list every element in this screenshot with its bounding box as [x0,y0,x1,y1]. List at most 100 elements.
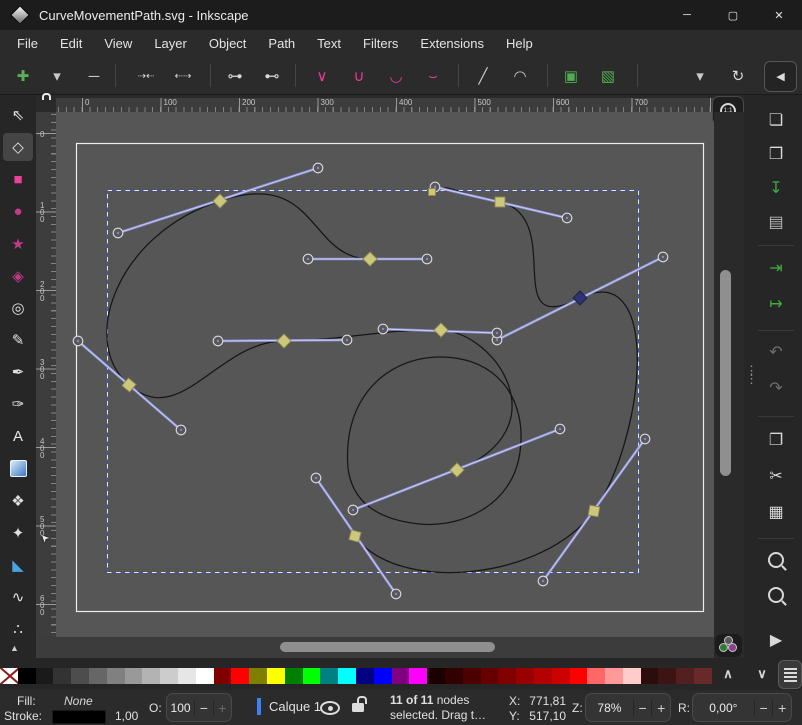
snap-toolbar-grip[interactable]: ⋮ ⋮ [745,367,758,383]
path-node-square-10[interactable] [349,530,361,542]
swatch-ffcccc[interactable] [623,668,641,684]
swatch-4d0000[interactable] [463,668,481,684]
swatch-666666[interactable] [89,668,107,684]
canvas[interactable] [56,112,714,637]
swatch-ffff00[interactable] [267,668,285,684]
swatch-2b0d0d[interactable] [641,668,659,684]
import-button[interactable]: ⇥ [759,253,793,283]
swatch-cccccc[interactable] [160,668,178,684]
menu-item-text[interactable]: Text [306,36,352,51]
opacity-spinner[interactable]: 100 − + [166,693,232,722]
menu-item-extensions[interactable]: Extensions [409,36,495,51]
new-document-button[interactable]: ❏ [759,105,793,135]
swatch-1a0000[interactable] [427,668,445,684]
swatch-00ff00[interactable] [303,668,321,684]
swatch-ff9999[interactable] [605,668,623,684]
layer-visibility-eye-icon[interactable] [320,701,340,715]
pen-tool[interactable]: ✒ [3,358,33,386]
menu-item-edit[interactable]: Edit [49,36,93,51]
join-nodes-icon[interactable]: ⇢⇠ [130,59,162,93]
vertical-scrollbar[interactable] [714,112,744,637]
swatch-008080[interactable] [320,668,338,684]
path-node-diamond-7[interactable] [277,334,291,348]
ellipse-tool[interactable]: ● [3,197,33,225]
swatch-808000[interactable] [249,668,267,684]
print-button[interactable]: ▤ [759,207,793,237]
auto-smooth-node-icon[interactable]: ⌣ [417,59,449,93]
swatch-333333[interactable] [53,668,71,684]
swatch-330000[interactable] [445,668,463,684]
swatch-999999[interactable] [125,668,143,684]
horizontal-scrollbar-thumb[interactable] [280,642,495,652]
text-tool[interactable]: A [3,422,33,450]
zoom-decrease-button[interactable]: − [633,700,652,716]
swatch-00ffff[interactable] [338,668,356,684]
delete-segment-icon[interactable]: ⊷ [256,59,288,93]
swatch-000000[interactable] [18,668,36,684]
stroke-color-swatch[interactable] [52,710,106,724]
swatch-b30000[interactable] [534,668,552,684]
paste-button[interactable]: ▦ [759,497,793,527]
path-node-diamond-9[interactable] [450,463,464,477]
star-tool[interactable]: ★ [3,230,33,258]
color-management-toggle[interactable] [715,634,742,657]
swatch-none[interactable] [0,668,18,684]
opacity-decrease-button[interactable]: − [194,700,212,716]
swatch-008000[interactable] [285,668,303,684]
swatch-3d1414[interactable] [658,668,676,684]
gradient-tool[interactable] [3,454,33,482]
line-segment-icon[interactable]: ╱ [467,59,499,93]
swatch-0000ff[interactable] [374,668,392,684]
swatch-990000[interactable] [516,668,534,684]
path-node-diamond-3[interactable] [213,194,227,208]
stroke-width-value[interactable]: 1,00 [115,709,138,723]
path-node-diamond-4[interactable] [363,252,377,266]
node-tool[interactable]: ◇ [3,133,33,161]
tweak-tool[interactable]: ∿ [3,583,33,611]
smooth-node-icon[interactable]: ∪ [343,59,375,93]
vertical-scrollbar-thumb[interactable] [720,270,731,476]
insert-node-icon[interactable]: ✚ [7,59,39,93]
dropper-tool[interactable]: ✦ [3,519,33,547]
path-effects-icon[interactable]: ↻ [722,59,754,93]
path-node-square-11[interactable] [588,505,600,517]
pencil-tool[interactable]: ✎ [3,326,33,354]
cut-button[interactable]: ✂ [759,461,793,491]
swatch-800000[interactable] [214,668,232,684]
menu-item-filters[interactable]: Filters [352,36,409,51]
export-button[interactable]: ↦ [759,289,793,319]
calligraphy-tool[interactable]: ✑ [3,390,33,418]
path-node-diamond-5[interactable] [573,291,587,305]
swatch-800080[interactable] [392,668,410,684]
opacity-value[interactable]: 100 [167,701,194,715]
collapse-panel-button[interactable]: ◀ [764,61,797,92]
palette-scroll-down-button[interactable]: ∨ [748,663,776,685]
layer-name[interactable]: Calque 1 [269,699,321,714]
maximize-button[interactable]: ▢ [710,0,756,30]
redo-button[interactable]: ↷ [759,373,793,403]
spiral-tool[interactable]: ◎ [3,294,33,322]
palette-scroll-up-button[interactable]: ∧ [714,663,742,685]
path-node-square-2[interactable] [495,197,505,207]
opacity-increase-button[interactable]: + [213,700,231,716]
fill-value[interactable]: None [64,694,93,708]
mesh-gradient-tool[interactable]: ❖ [3,487,33,515]
bezier-path-2[interactable] [347,357,521,524]
undo-button[interactable]: ↶ [759,337,793,367]
stroke-to-path-icon[interactable]: ▧ [592,59,624,93]
swatch-ffffff[interactable] [196,668,214,684]
copy-button[interactable]: ❐ [759,425,793,455]
path-node-square-1[interactable] [429,189,436,196]
swatch-b3b3b3[interactable] [142,668,160,684]
swatch-cc0000[interactable] [552,668,570,684]
swatch-ff0000[interactable] [231,668,249,684]
palette-menu-button[interactable] [778,660,802,689]
swatch-ff6666[interactable] [587,668,605,684]
menu-item-help[interactable]: Help [495,36,544,51]
swatch-660000[interactable] [481,668,499,684]
swatch-ff00ff[interactable] [409,668,427,684]
menu-item-object[interactable]: Object [198,36,258,51]
swatch-682929[interactable] [694,668,712,684]
menu-item-path[interactable]: Path [257,36,306,51]
join-with-segment-icon[interactable]: ⊶ [219,59,251,93]
